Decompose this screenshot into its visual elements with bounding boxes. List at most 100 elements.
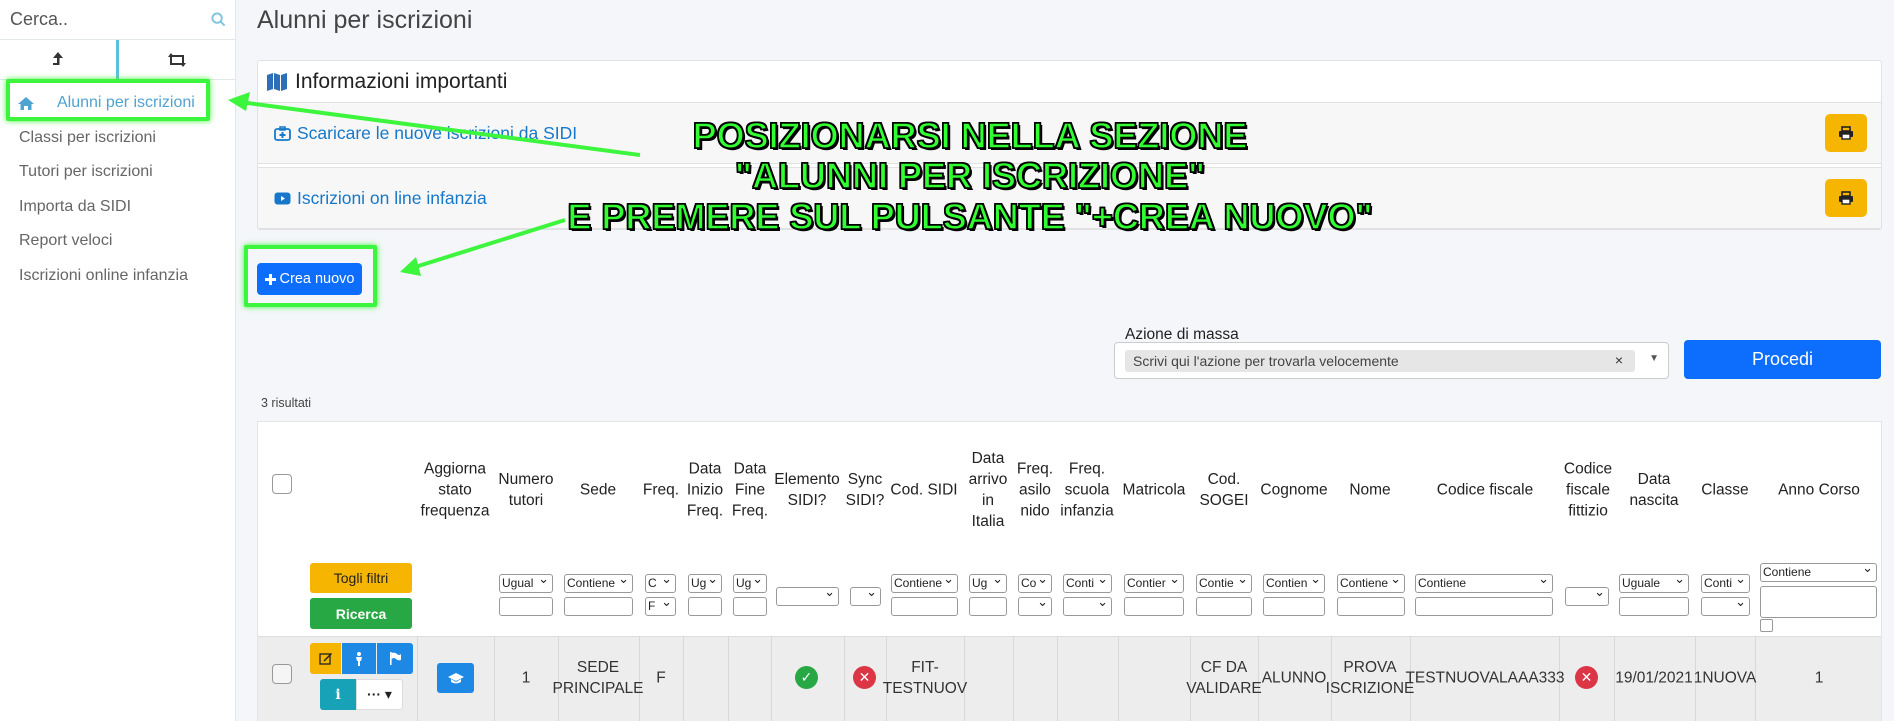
filter-input-cognome[interactable]	[1263, 597, 1325, 616]
filter-select-anno-corso[interactable]: Contiene	[1760, 563, 1877, 582]
header-sync-sidi[interactable]: Sync SIDI?	[846, 469, 885, 511]
filter-input-numero-tutori[interactable]	[499, 597, 553, 616]
header-aggiorna[interactable]: Aggiorna stato frequenza	[421, 459, 490, 522]
mass-action-select[interactable]: Scrivi qui l'azione per trovarla velocem…	[1114, 342, 1669, 379]
sidebar-item-importa[interactable]: Importa da SIDI	[0, 190, 235, 225]
print-button[interactable]	[1825, 114, 1867, 152]
filter-select-classe-value[interactable]	[1701, 597, 1750, 616]
annotation-line-2: "ALUNNI PER ISCRIZIONE"	[734, 154, 1206, 197]
header-anno-corso[interactable]: Anno Corso	[1778, 480, 1860, 501]
filter-select-data-fine[interactable]: Ug	[733, 574, 767, 593]
clear-filters-button[interactable]: Togli filtri	[310, 563, 412, 593]
filter-select-nome[interactable]: Contiene	[1337, 574, 1405, 593]
filter-select-sede[interactable]: Contiene	[564, 574, 633, 593]
header-freq[interactable]: Freq.	[643, 480, 679, 501]
filter-select-cf-fittizio[interactable]	[1565, 587, 1609, 606]
filter-select-data-arrivo[interactable]: Ug	[969, 574, 1007, 593]
row-checkbox[interactable]	[272, 664, 292, 684]
filter-select-freq-scuola-value[interactable]	[1063, 597, 1112, 616]
sidebar-item-iscrizioni-online[interactable]: Iscrizioni online infanzia	[0, 259, 235, 294]
annotation-line-3: E PREMERE SUL PULSANTE "+CREA NUOVO"	[567, 195, 1374, 238]
column-divider	[844, 636, 845, 721]
tab-sync[interactable]	[119, 40, 235, 79]
sidebar-item-label: Classi per iscrizioni	[19, 128, 156, 146]
header-freq-asilo[interactable]: Freq. asilo nido	[1017, 459, 1053, 522]
sidebar-item-report[interactable]: Report veloci	[0, 224, 235, 259]
cell-sede: SEDE PRINCIPALE	[552, 659, 644, 697]
header-cognome[interactable]: Cognome	[1260, 480, 1327, 501]
filter-input-data-inizio[interactable]	[688, 597, 722, 616]
header-matricola[interactable]: Matricola	[1123, 480, 1186, 501]
header-classe[interactable]: Classe	[1701, 480, 1748, 501]
filter-input-matricola[interactable]	[1124, 597, 1184, 616]
header-data-inizio[interactable]: Data Inizio Freq.	[687, 459, 723, 522]
info-button[interactable]: i	[320, 679, 356, 710]
filter-select-numero-tutori[interactable]: Ugual	[499, 574, 553, 593]
filter-input-data-arrivo[interactable]	[969, 597, 1007, 616]
print-button[interactable]	[1825, 179, 1867, 217]
filter-select-cod-sidi[interactable]: Contiene	[891, 574, 958, 593]
filter-select-freq-asilo-value[interactable]	[1018, 597, 1052, 616]
header-data-arrivo[interactable]: Data arrivo in Italia	[969, 448, 1008, 532]
sidebar-item-classi[interactable]: Classi per iscrizioni	[0, 121, 235, 156]
edit-button[interactable]	[310, 643, 341, 674]
tab-upload[interactable]	[0, 40, 119, 79]
procedi-button[interactable]: Procedi	[1684, 340, 1881, 379]
filter-select-data-nascita[interactable]: Uguale	[1619, 574, 1689, 593]
search-icon[interactable]	[211, 12, 226, 27]
header-freq-scuola[interactable]: Freq. scuola infanzia	[1060, 459, 1113, 522]
filter-select-data-inizio[interactable]: Ug	[688, 574, 722, 593]
filter-select-freq-asilo[interactable]: Co	[1018, 574, 1052, 593]
link-iscrizioni-infanzia[interactable]: Iscrizioni on line infanzia	[274, 188, 487, 209]
caret-down-icon[interactable]: ▼	[1649, 353, 1659, 364]
header-numero-tutori[interactable]: Numero tutori	[498, 469, 553, 511]
link-scaricare-sidi[interactable]: Scaricare le nuove iscrizioni da SIDI	[274, 123, 577, 144]
more-actions-dropdown[interactable]: ··· ▾	[356, 679, 403, 710]
select-all-checkbox[interactable]	[272, 474, 292, 494]
filter-input-nome[interactable]	[1337, 597, 1405, 616]
graduation-button[interactable]	[437, 663, 474, 693]
child-button[interactable]	[342, 643, 376, 674]
info-title: Informazioni importanti	[295, 69, 508, 93]
filter-select-cod-sogei[interactable]: Contie	[1196, 574, 1252, 593]
filter-input-codice-fiscale[interactable]	[1415, 597, 1553, 616]
header-elemento-sidi[interactable]: Elemento SIDI?	[774, 469, 839, 511]
filter-input-data-fine[interactable]	[733, 597, 767, 616]
header-data-nascita[interactable]: Data nascita	[1629, 469, 1678, 511]
filter-select-elemento-sidi[interactable]	[776, 587, 839, 606]
header-cf-fittizio[interactable]: Codice fiscale fittizio	[1564, 459, 1612, 522]
filter-input-data-nascita[interactable]	[1619, 597, 1689, 616]
search-input[interactable]	[10, 9, 200, 30]
filter-select-sync-sidi[interactable]	[850, 587, 881, 606]
print-icon	[1839, 126, 1853, 140]
flag-button[interactable]	[377, 643, 413, 674]
filter-select-freq[interactable]: C	[645, 574, 676, 593]
filter-select-freq-scuola[interactable]: Conti	[1063, 574, 1112, 593]
cell-data-nascita: 19/01/2021	[1615, 669, 1693, 687]
header-cod-sidi[interactable]: Cod. SIDI	[890, 480, 957, 501]
filter-input-cod-sogei[interactable]	[1196, 597, 1252, 616]
filter-input-cod-sidi[interactable]	[891, 597, 958, 616]
header-sede[interactable]: Sede	[580, 480, 616, 501]
filter-checkbox-anno-corso[interactable]	[1760, 619, 1773, 632]
header-data-fine[interactable]: Data Fine Freq.	[732, 459, 768, 522]
check-circle-icon: ✓	[795, 666, 818, 689]
filter-input-anno-corso[interactable]	[1760, 586, 1877, 618]
header-codice-fiscale[interactable]: Codice fiscale	[1437, 480, 1534, 501]
mass-action-placeholder: Scrivi qui l'azione per trovarla velocem…	[1133, 353, 1399, 369]
filter-select-classe[interactable]: Conti	[1701, 574, 1750, 593]
retweet-icon	[168, 52, 186, 67]
clear-icon[interactable]: ×	[1615, 352, 1623, 368]
header-cod-sogei[interactable]: Cod. SOGEI	[1199, 469, 1248, 511]
sidebar-item-tutori[interactable]: Tutori per iscrizioni	[0, 155, 235, 190]
filter-select-codice-fiscale[interactable]: Contiene	[1415, 574, 1553, 593]
filter-input-sede[interactable]	[564, 597, 633, 616]
sidebar-tabs	[0, 40, 235, 80]
filter-select-freq-value[interactable]: F	[645, 597, 676, 616]
search-button[interactable]: Ricerca	[310, 598, 412, 629]
header-nome[interactable]: Nome	[1349, 480, 1390, 501]
cell-cognome: ALUNNO	[1261, 669, 1327, 687]
column-divider	[1118, 636, 1119, 721]
filter-select-cognome[interactable]: Contien	[1263, 574, 1325, 593]
filter-select-matricola[interactable]: Contier	[1124, 574, 1184, 593]
